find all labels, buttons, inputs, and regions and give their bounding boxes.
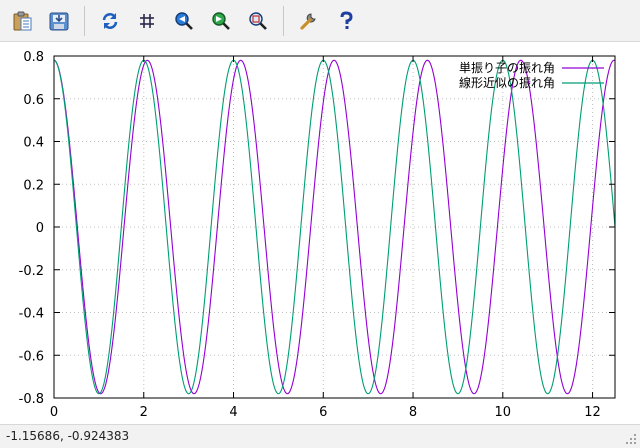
wrench-icon — [300, 13, 316, 30]
x-tick-label: 10 — [495, 405, 512, 420]
x-tick-label: 8 — [409, 405, 417, 420]
x-tick-label: 0 — [50, 405, 58, 420]
export-button[interactable] — [46, 8, 72, 34]
cursor-coordinates: -1.15686, -0.924383 — [6, 429, 130, 443]
grid-icon — [140, 14, 154, 28]
zoom-previous-icon — [175, 12, 193, 30]
options-button[interactable] — [296, 8, 322, 34]
plot-area[interactable]: 0 2 4 6 8 10 12 -0.8 -0.6 -0.4 -0.2 0 0.2 0.4 0.6 0.8 単… — [0, 42, 640, 424]
legend-label: 線形近似の振れ角 — [459, 75, 555, 90]
clipboard-icon — [13, 11, 32, 31]
toolbar-separator — [84, 6, 85, 36]
toggle-grid-button[interactable] — [134, 8, 160, 34]
x-tick-label: 2 — [140, 405, 148, 420]
help-button[interactable] — [333, 8, 359, 34]
export-icon — [49, 12, 69, 31]
replot-icon — [102, 13, 118, 29]
copy-clipboard-button[interactable] — [9, 8, 35, 34]
legend: 単振り子の振れ角線形近似の振れ角 — [459, 61, 604, 90]
previous-zoom-button[interactable] — [171, 8, 197, 34]
y-tick-label: 0.6 — [23, 93, 44, 108]
autoscale-icon — [249, 12, 267, 30]
autoscale-button[interactable] — [245, 8, 271, 34]
x-tick-label: 4 — [229, 405, 237, 420]
zoom-next-icon — [212, 12, 230, 30]
legend-label: 単振り子の振れ角 — [459, 61, 555, 75]
y-tick-label: -0.4 — [19, 307, 44, 322]
y-tick-label: 0.2 — [23, 178, 44, 193]
next-zoom-button[interactable] — [208, 8, 234, 34]
help-icon — [340, 11, 353, 29]
y-tick-label: 0 — [36, 221, 44, 236]
y-tick-label: -0.6 — [19, 349, 44, 364]
toolbar-separator — [283, 6, 284, 36]
y-tick-label: 0.4 — [23, 136, 44, 151]
y-tick-label: 0.8 — [23, 50, 44, 65]
x-tick-label: 6 — [319, 405, 327, 420]
replot-button[interactable] — [97, 8, 123, 34]
toolbar — [0, 0, 640, 42]
y-tick-label: -0.2 — [19, 264, 44, 279]
x-tick-label: 12 — [584, 405, 601, 420]
resize-grip-icon[interactable] — [624, 432, 638, 446]
status-bar: -1.15686, -0.924383 — [0, 424, 640, 448]
y-tick-label: -0.8 — [19, 392, 44, 407]
